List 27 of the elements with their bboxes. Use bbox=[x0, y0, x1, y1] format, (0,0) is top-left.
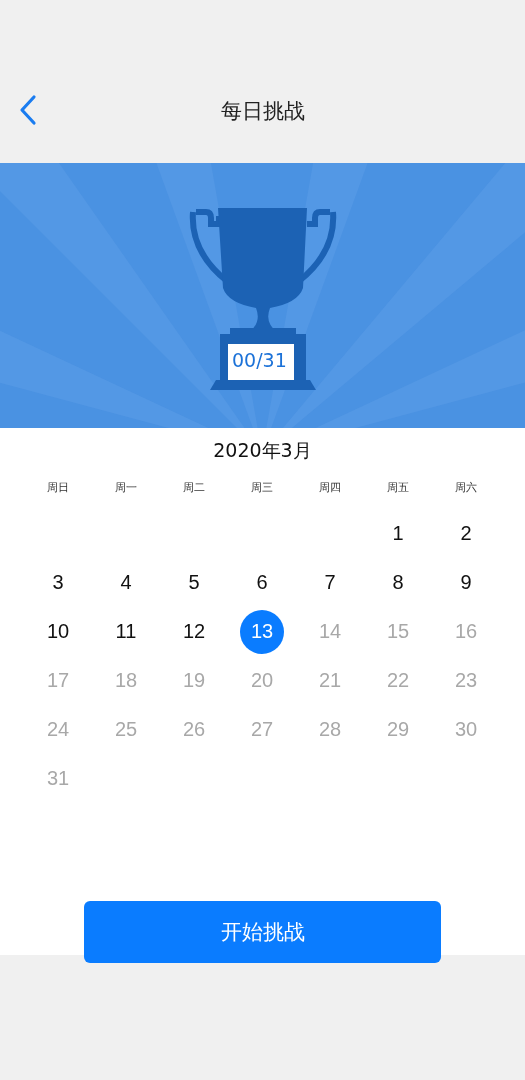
weekday-label: 周六 bbox=[454, 480, 478, 496]
month-title: 2020年3月 bbox=[212, 438, 313, 463]
calendar-day[interactable]: 8 bbox=[376, 560, 420, 605]
weekday-label: 周三 bbox=[250, 480, 274, 496]
weekday-label: 周四 bbox=[318, 480, 342, 496]
calendar-day[interactable]: 7 bbox=[308, 560, 352, 605]
progress-count: 00/31 bbox=[232, 349, 287, 371]
calendar-day[interactable]: 4 bbox=[104, 560, 148, 605]
calendar-day[interactable]: 3 bbox=[36, 560, 80, 605]
calendar-day[interactable]: 2 bbox=[444, 511, 488, 556]
start-challenge-button[interactable]: 开始挑战 bbox=[84, 901, 441, 963]
weekday-label: 周日 bbox=[46, 480, 70, 496]
calendar-day[interactable]: 9 bbox=[444, 560, 488, 605]
back-icon bbox=[18, 94, 38, 126]
trophy-icon bbox=[187, 208, 338, 393]
calendar-day[interactable]: 13 bbox=[240, 609, 284, 654]
weekday-label: 周一 bbox=[114, 480, 138, 496]
calendar-day[interactable]: 11 bbox=[104, 609, 148, 654]
weekday-label: 周五 bbox=[386, 480, 410, 496]
calendar-day[interactable]: 1 bbox=[376, 511, 420, 556]
calendar-day[interactable]: 6 bbox=[240, 560, 284, 605]
calendar-day[interactable]: 10 bbox=[36, 609, 80, 654]
calendar-day[interactable]: 5 bbox=[172, 560, 216, 605]
back-button[interactable] bbox=[18, 94, 38, 126]
calendar-day[interactable]: 12 bbox=[172, 609, 216, 654]
weekday-label: 周二 bbox=[182, 480, 206, 496]
page-title: 每日挑战 bbox=[220, 97, 305, 125]
